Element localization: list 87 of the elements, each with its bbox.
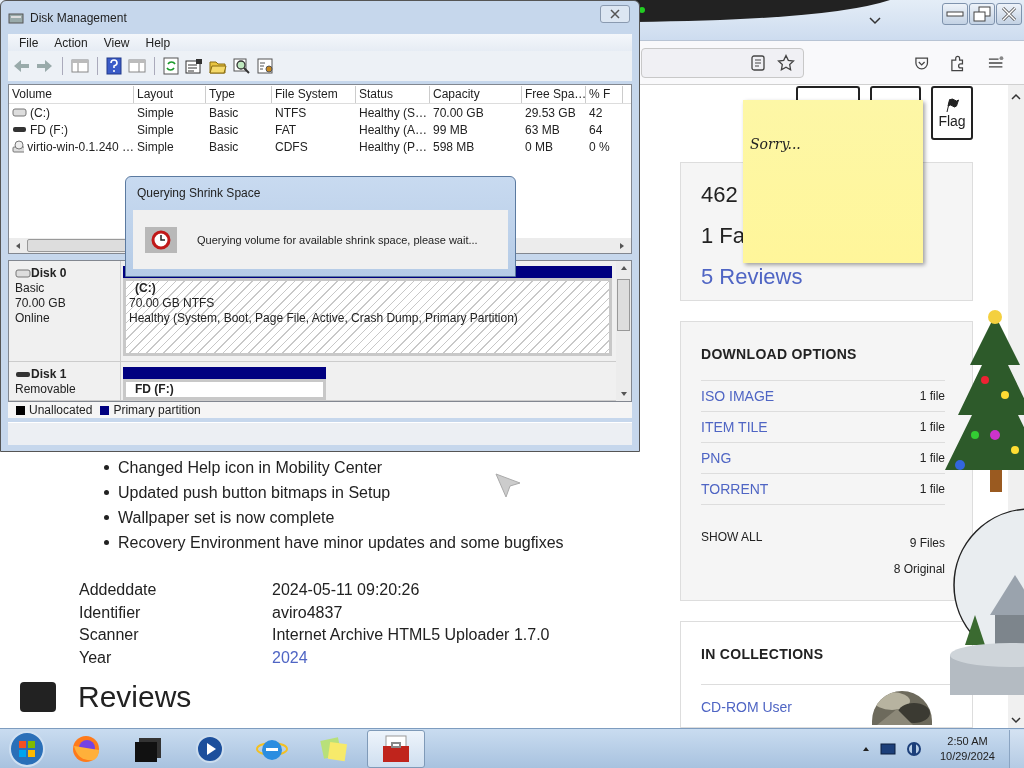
- metadata-key: Year: [79, 647, 272, 670]
- list-item-text: Changed Help icon in Mobility Center: [118, 458, 383, 478]
- partition-detail: 70.00 GB NTFS: [129, 296, 216, 311]
- dialog-title: Querying Shrink Space: [136, 185, 262, 202]
- table-cell: Basic: [209, 105, 239, 120]
- legend-label: Unallocated: [29, 403, 93, 417]
- card-title: IN COLLECTIONS: [701, 646, 825, 662]
- legend-label: Primary partition: [113, 403, 201, 417]
- metadata-key: Scanner: [79, 624, 272, 648]
- show-all-link[interactable]: SHOW ALL: [701, 530, 763, 576]
- file-count: 1 file: [919, 420, 945, 434]
- disk-info-panel[interactable]: Disk 0 Basic 70.00 GB Online: [9, 261, 121, 361]
- disk-name: Disk 0: [31, 266, 67, 281]
- table-cell: Healthy (P…: [359, 139, 428, 154]
- table-cell: Basic: [209, 139, 239, 154]
- table-cell: Simple: [137, 122, 174, 137]
- note-text: Sorry...: [750, 136, 801, 152]
- table-cell: Simple: [137, 139, 174, 154]
- table-cell: Healthy (A…: [359, 122, 428, 137]
- table-cell: virtio-win-0.1.240 …: [27, 139, 134, 154]
- download-link[interactable]: ITEM TILE: [701, 419, 768, 435]
- disk-info-panel[interactable]: Disk 1 Removable: [9, 362, 121, 400]
- window-title: Disk Management: [30, 10, 127, 25]
- column-header[interactable]: Free Spa…: [522, 85, 586, 103]
- table-cell: FAT: [275, 122, 297, 137]
- file-count: 1 file: [919, 389, 945, 403]
- metadata-key: Identifier: [79, 601, 272, 625]
- table-cell: 0 MB: [525, 139, 553, 154]
- stat-text: 1 Fa: [701, 224, 746, 248]
- partition-detail: Healthy (System, Boot, Page File, Active, Crash Dump, Primary Partition): [129, 311, 519, 326]
- download-link[interactable]: ISO IMAGE: [701, 388, 775, 404]
- menu-item[interactable]: Action: [54, 35, 88, 50]
- partition-name: (C:): [134, 281, 157, 296]
- table-cell: 0 %: [589, 139, 610, 154]
- metadata-value: 2024-05-11 09:20:26: [272, 580, 421, 600]
- table-cell: CDFS: [275, 139, 308, 154]
- column-header[interactable]: Status: [356, 85, 430, 103]
- table-cell: Basic: [209, 122, 239, 137]
- table-cell: 63 MB: [525, 122, 560, 137]
- download-link[interactable]: PNG: [701, 450, 732, 466]
- table-cell: (C:): [30, 105, 50, 120]
- table-cell: 42: [589, 105, 603, 120]
- metadata-value: Internet Archive HTML5 Uploader 1.7.0: [272, 625, 551, 646]
- table-cell: 29.53 GB: [525, 105, 576, 120]
- reviews-link[interactable]: 5 Reviews: [701, 265, 803, 289]
- column-header[interactable]: Layout: [134, 85, 206, 103]
- disk-detail: Basic: [15, 281, 46, 296]
- list-item-text: Recovery Environment have minor updates and some bugfixes: [118, 533, 564, 553]
- menu-item[interactable]: File: [19, 35, 39, 50]
- clock[interactable]: 2:50 AM 10/29/2024: [939, 733, 995, 764]
- partition-name: FD (F:): [134, 382, 175, 397]
- sticky-note[interactable]: Sorry...: [743, 100, 923, 263]
- menu-item[interactable]: Help: [145, 35, 171, 50]
- table-cell: Healthy (S…: [359, 105, 428, 120]
- table-cell: 64: [589, 122, 603, 137]
- metadata-link[interactable]: 2024: [272, 647, 680, 670]
- disk-detail: Online: [15, 311, 51, 326]
- file-count: 1 file: [919, 451, 945, 465]
- table-cell: FD (F:): [30, 122, 68, 137]
- menu-item[interactable]: View: [103, 35, 130, 50]
- dialog-message: Querying volume for available shrink space, please wait...: [197, 233, 478, 246]
- column-header[interactable]: Capacity: [430, 85, 522, 103]
- file-count: 1 file: [919, 482, 945, 496]
- metadata-key: Addeddate: [79, 579, 272, 602]
- table-cell: Simple: [137, 105, 174, 120]
- metadata-value: aviro4837: [272, 602, 344, 623]
- disk-detail: 70.00 GB: [15, 296, 67, 311]
- table-cell: 99 MB: [433, 122, 468, 137]
- download-link[interactable]: TORRENT: [701, 481, 769, 497]
- collection-link[interactable]: CD-ROM User: [701, 699, 792, 715]
- card-title: DOWNLOAD OPTIONS: [701, 346, 858, 362]
- column-header[interactable]: File System: [272, 85, 356, 103]
- disk-name: Disk 1: [31, 367, 67, 382]
- section-heading: Reviews: [78, 679, 192, 714]
- list-item-text: Updated push button bitmaps in Setup: [118, 483, 391, 503]
- list-item-text: Wallpaper set is now complete: [118, 508, 335, 528]
- flag-button[interactable]: Flag: [931, 86, 973, 140]
- disk-detail: Removable: [15, 382, 77, 397]
- column-header[interactable]: Volume: [9, 85, 134, 103]
- column-header[interactable]: Type: [206, 85, 272, 103]
- table-cell: 70.00 GB: [433, 105, 484, 120]
- file-count: 9 Files: [909, 536, 945, 550]
- table-cell: NTFS: [275, 105, 307, 120]
- file-count: 8 Original: [893, 562, 945, 576]
- stat-text: 462: [701, 183, 738, 207]
- table-cell: 598 MB: [433, 139, 475, 154]
- column-header[interactable]: % F: [586, 85, 623, 103]
